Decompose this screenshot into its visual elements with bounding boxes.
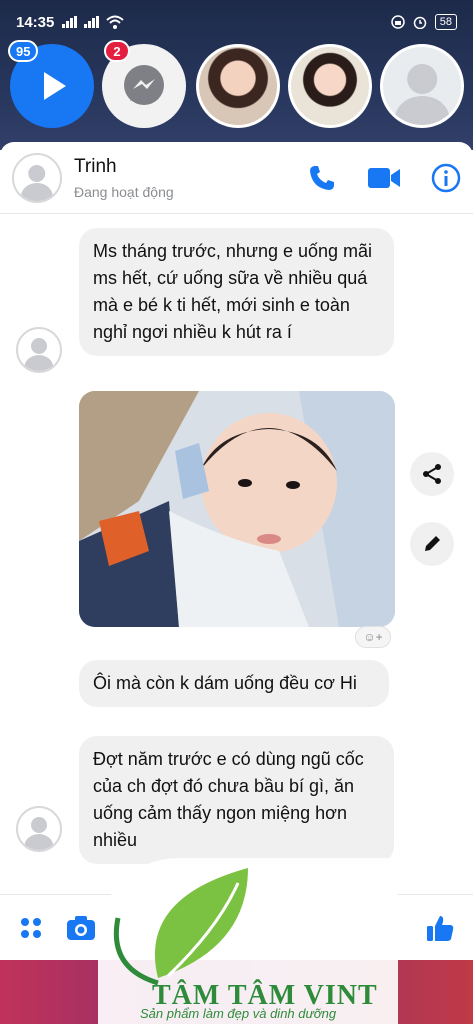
share-button[interactable]: [410, 452, 454, 496]
message-bubble[interactable]: Ms tháng trước, nhưng e uống mãi ms hết,…: [79, 228, 394, 356]
avatar-placeholder-head: [407, 64, 437, 94]
contact-info: Trinh Đang hoạt động: [74, 156, 174, 200]
play-badge: 95: [8, 40, 39, 62]
battery-indicator: 58: [434, 14, 457, 30]
leaf-logo-icon: [113, 868, 248, 986]
status-time: 14:35: [16, 13, 55, 31]
contact-name: Trinh: [74, 155, 117, 177]
watermark-subtitle: Sản phẩm làm đẹp và dinh dưỡng: [140, 1006, 337, 1021]
more-actions-icon[interactable]: [18, 915, 44, 941]
camera-icon[interactable]: [66, 915, 96, 941]
wifi-icon: [106, 15, 125, 29]
video-call-icon[interactable]: [367, 165, 401, 191]
signal-icon: [62, 16, 78, 28]
play-icon: [44, 72, 66, 100]
avatar-placeholder-body: [394, 96, 450, 125]
status-right: 58: [391, 14, 457, 30]
chat-head-contact-1[interactable]: [196, 44, 280, 128]
messenger-icon: [124, 65, 164, 105]
avatar-placeholder-body: [20, 183, 54, 201]
avatar-placeholder-head: [31, 817, 47, 834]
edit-button[interactable]: [410, 522, 454, 566]
avatar-placeholder-body: [24, 355, 54, 371]
phone-call-icon[interactable]: [307, 163, 337, 193]
chat-heads: 95 2: [0, 40, 473, 134]
status-bar: 14:35 58: [0, 0, 473, 44]
message-bubble[interactable]: Ôi mà còn k dám uống đều cơ Hi: [79, 660, 389, 707]
share-icon: [423, 464, 441, 484]
like-thumb-icon[interactable]: [425, 913, 455, 943]
signal-icons: [62, 15, 125, 29]
avatar-placeholder-body: [24, 834, 54, 850]
chat-header: Trinh Đang hoạt động: [0, 142, 473, 214]
lock-rotation-icon: [391, 15, 405, 29]
chat-head-contact-3[interactable]: [380, 44, 464, 128]
avatar-placeholder-head: [28, 164, 46, 183]
alarm-icon: [413, 16, 426, 29]
messenger-badge: 2: [104, 40, 130, 62]
info-icon[interactable]: [431, 163, 461, 193]
avatar-placeholder-head: [31, 338, 47, 355]
message-list[interactable]: Ms tháng trước, nhưng e uống mãi ms hết,…: [0, 214, 473, 894]
message-bubble[interactable]: Đợt năm trước e có dùng ngũ cốc của ch đ…: [79, 736, 394, 864]
shared-photo[interactable]: [79, 391, 395, 627]
baby-photo: [79, 391, 395, 627]
pencil-icon: [425, 536, 440, 551]
contact-avatar[interactable]: [12, 152, 62, 203]
add-reaction-button[interactable]: ☺+: [355, 626, 391, 648]
signal-icon-2: [84, 16, 100, 28]
sender-avatar[interactable]: [16, 327, 62, 373]
chat-head-contact-2[interactable]: [288, 44, 372, 128]
contact-status: Đang hoạt động: [74, 183, 174, 200]
header-actions: [307, 163, 461, 193]
sender-avatar[interactable]: [16, 806, 62, 852]
